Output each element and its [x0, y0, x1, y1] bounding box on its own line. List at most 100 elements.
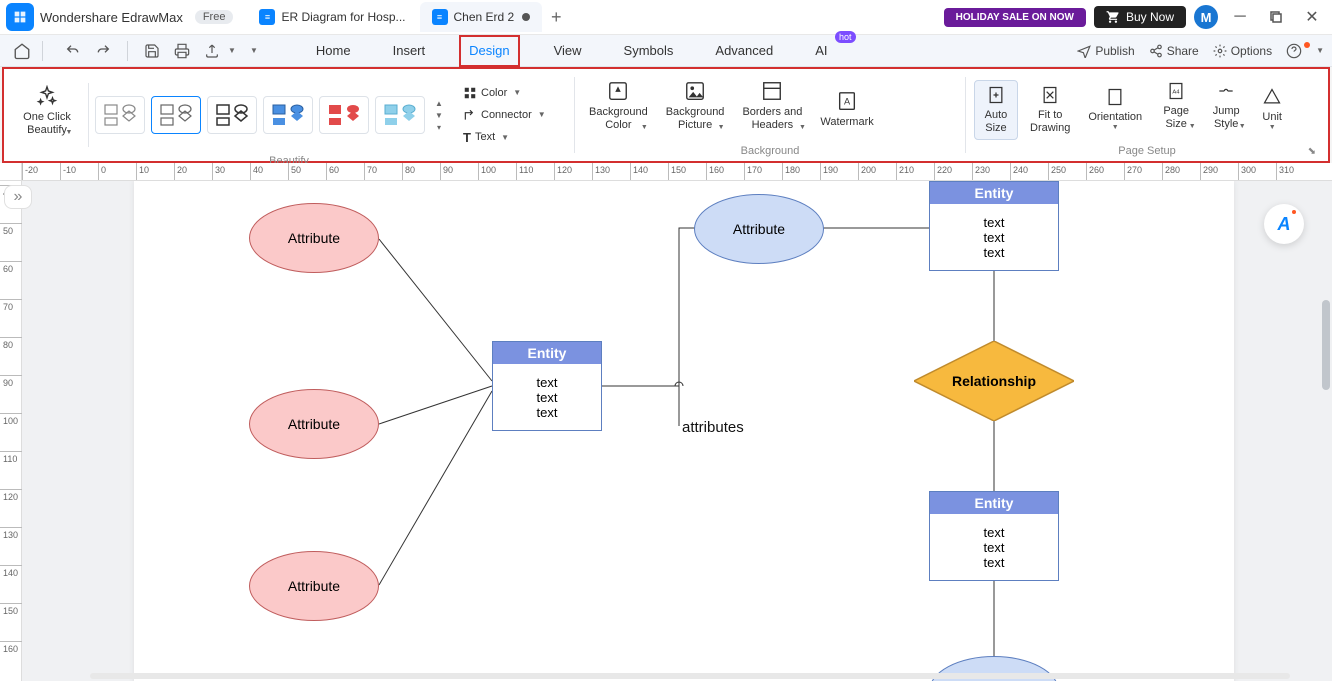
drawing-page[interactable]: Attribute Attribute Attribute Entity tex…	[134, 181, 1234, 681]
theme-card-4[interactable]	[263, 96, 313, 134]
tab-design[interactable]: Design	[459, 35, 519, 67]
modified-dot-icon	[522, 13, 530, 21]
svg-text:A: A	[844, 97, 851, 107]
unit-icon	[1262, 87, 1282, 107]
theme-card-3[interactable]	[207, 96, 257, 134]
jump-icon	[1216, 81, 1236, 101]
jump-style-button[interactable]: Jump Style ▼	[1204, 77, 1248, 144]
theme-gallery: ▲ ▼ ▾	[95, 96, 445, 134]
share-icon	[1149, 44, 1163, 58]
canvas[interactable]: Attribute Attribute Attribute Entity tex…	[22, 181, 1332, 681]
attribute-shape[interactable]: Attribute	[249, 389, 379, 459]
connector-icon	[463, 108, 477, 122]
horizontal-scrollbar[interactable]	[90, 673, 1290, 679]
new-tab-button[interactable]: +	[544, 5, 568, 29]
attributes-label[interactable]: attributes	[682, 419, 744, 436]
connector-dropdown[interactable]: Connector▼	[459, 106, 550, 124]
bg-color-icon	[607, 80, 629, 102]
close-button[interactable]: ✕	[1298, 3, 1326, 31]
caret-down-icon: ▼	[228, 46, 236, 55]
app-logo-icon	[6, 3, 34, 31]
unit-button[interactable]: Unit ▼	[1254, 83, 1290, 137]
svg-text:A4: A4	[1173, 89, 1181, 95]
fit-to-drawing-button[interactable]: Fit to Drawing	[1024, 81, 1076, 139]
vertical-scrollbar[interactable]	[1322, 300, 1330, 390]
buy-button[interactable]: Buy Now	[1094, 6, 1186, 28]
background-picture-button[interactable]: Background Picture ▼	[660, 76, 731, 145]
theme-up-button[interactable]: ▲	[433, 98, 445, 108]
text-dropdown[interactable]: T Text▼	[459, 128, 550, 147]
more-qat-button[interactable]: ▼	[242, 39, 266, 63]
hot-badge: hot	[835, 31, 856, 43]
minimize-button[interactable]: ─	[1226, 3, 1254, 31]
orientation-button[interactable]: Orientation ▼	[1082, 83, 1148, 137]
attribute-shape[interactable]: Attribute	[249, 203, 379, 273]
file-tab-1[interactable]: ≡ Chen Erd 2	[420, 2, 543, 32]
auto-size-icon	[986, 85, 1006, 105]
theme-down-button[interactable]: ▼	[433, 110, 445, 120]
file-tab-label: Chen Erd 2	[454, 10, 515, 24]
notification-dot-icon	[1304, 42, 1310, 48]
theme-card-5[interactable]	[319, 96, 369, 134]
entity-shape[interactable]: Entity text text text	[492, 341, 602, 431]
page-size-button[interactable]: A4 Page Size ▼	[1154, 77, 1198, 144]
home-icon[interactable]	[8, 37, 36, 65]
attribute-shape[interactable]: Attribute	[694, 194, 824, 264]
tab-insert[interactable]: Insert	[385, 35, 434, 67]
theme-more-button[interactable]: ▾	[433, 122, 445, 132]
auto-size-button[interactable]: Auto Size	[974, 80, 1018, 140]
color-dropdown[interactable]: Color▼	[459, 84, 550, 102]
ruler-vertical: 405060708090100110120130140150160	[0, 181, 22, 681]
entity-shape[interactable]: Entity text text text	[929, 181, 1059, 271]
buy-label: Buy Now	[1126, 10, 1174, 24]
watermark-button[interactable]: A Watermark	[814, 86, 879, 133]
file-tab-0[interactable]: ≡ ER Diagram for Hosp...	[247, 2, 417, 32]
help-button[interactable]: ▼	[1286, 43, 1324, 59]
ruler-horizontal: -20-100102030405060708090100110120130140…	[22, 163, 1332, 181]
theme-card-1[interactable]	[95, 96, 145, 134]
one-click-label: One Click Beautify	[23, 111, 71, 137]
sale-button[interactable]: HOLIDAY SALE ON NOW	[944, 8, 1086, 27]
document-icon: ≡	[432, 9, 448, 25]
export-button[interactable]	[200, 39, 224, 63]
publish-button[interactable]: Publish	[1077, 44, 1134, 58]
print-button[interactable]	[170, 39, 194, 63]
undo-button[interactable]	[61, 39, 85, 63]
attribute-shape[interactable]: Attribute	[249, 551, 379, 621]
share-button[interactable]: Share	[1149, 44, 1199, 58]
ai-assistant-button[interactable]: A	[1264, 204, 1304, 244]
page-setup-group-label: Page Setup ⬊	[974, 145, 1320, 159]
save-button[interactable]	[140, 39, 164, 63]
entity-shape[interactable]: Entity text text text	[929, 491, 1059, 581]
collapse-sidebar-button[interactable]: »	[4, 185, 32, 209]
tab-home[interactable]: Home	[308, 35, 359, 67]
orientation-icon	[1105, 87, 1125, 107]
page-size-icon: A4	[1166, 81, 1186, 101]
ribbon-design: One Click Beautify ▼ ▲ ▼ ▾	[2, 67, 1330, 163]
title-bar: Wondershare EdrawMax Free ≡ ER Diagram f…	[0, 0, 1332, 35]
background-color-button[interactable]: Background Color ▼	[583, 76, 654, 145]
free-badge: Free	[195, 10, 234, 24]
page-setup-launcher-icon[interactable]: ⬊	[1308, 146, 1316, 157]
theme-card-2[interactable]	[151, 96, 201, 134]
cart-icon	[1106, 10, 1120, 24]
file-tab-label: ER Diagram for Hosp...	[281, 10, 405, 24]
relationship-shape[interactable]: Relationship	[914, 341, 1074, 421]
borders-headers-button[interactable]: Borders and Headers ▼	[736, 76, 808, 145]
publish-icon	[1077, 44, 1091, 58]
options-button[interactable]: Options	[1213, 44, 1272, 58]
user-avatar[interactable]: M	[1194, 5, 1218, 29]
one-click-beautify-button[interactable]: One Click Beautify ▼	[12, 81, 82, 150]
tab-view[interactable]: View	[546, 35, 590, 67]
tab-symbols[interactable]: Symbols	[616, 35, 682, 67]
borders-icon	[761, 80, 783, 102]
redo-button[interactable]	[91, 39, 115, 63]
gear-icon	[1213, 44, 1227, 58]
tab-advanced[interactable]: Advanced	[707, 35, 781, 67]
background-group-label: Background	[583, 145, 957, 159]
theme-card-6[interactable]	[375, 96, 425, 134]
maximize-button[interactable]	[1262, 3, 1290, 31]
color-grid-icon	[463, 86, 477, 100]
tab-ai[interactable]: AI hot	[807, 35, 835, 67]
watermark-icon: A	[836, 90, 858, 112]
